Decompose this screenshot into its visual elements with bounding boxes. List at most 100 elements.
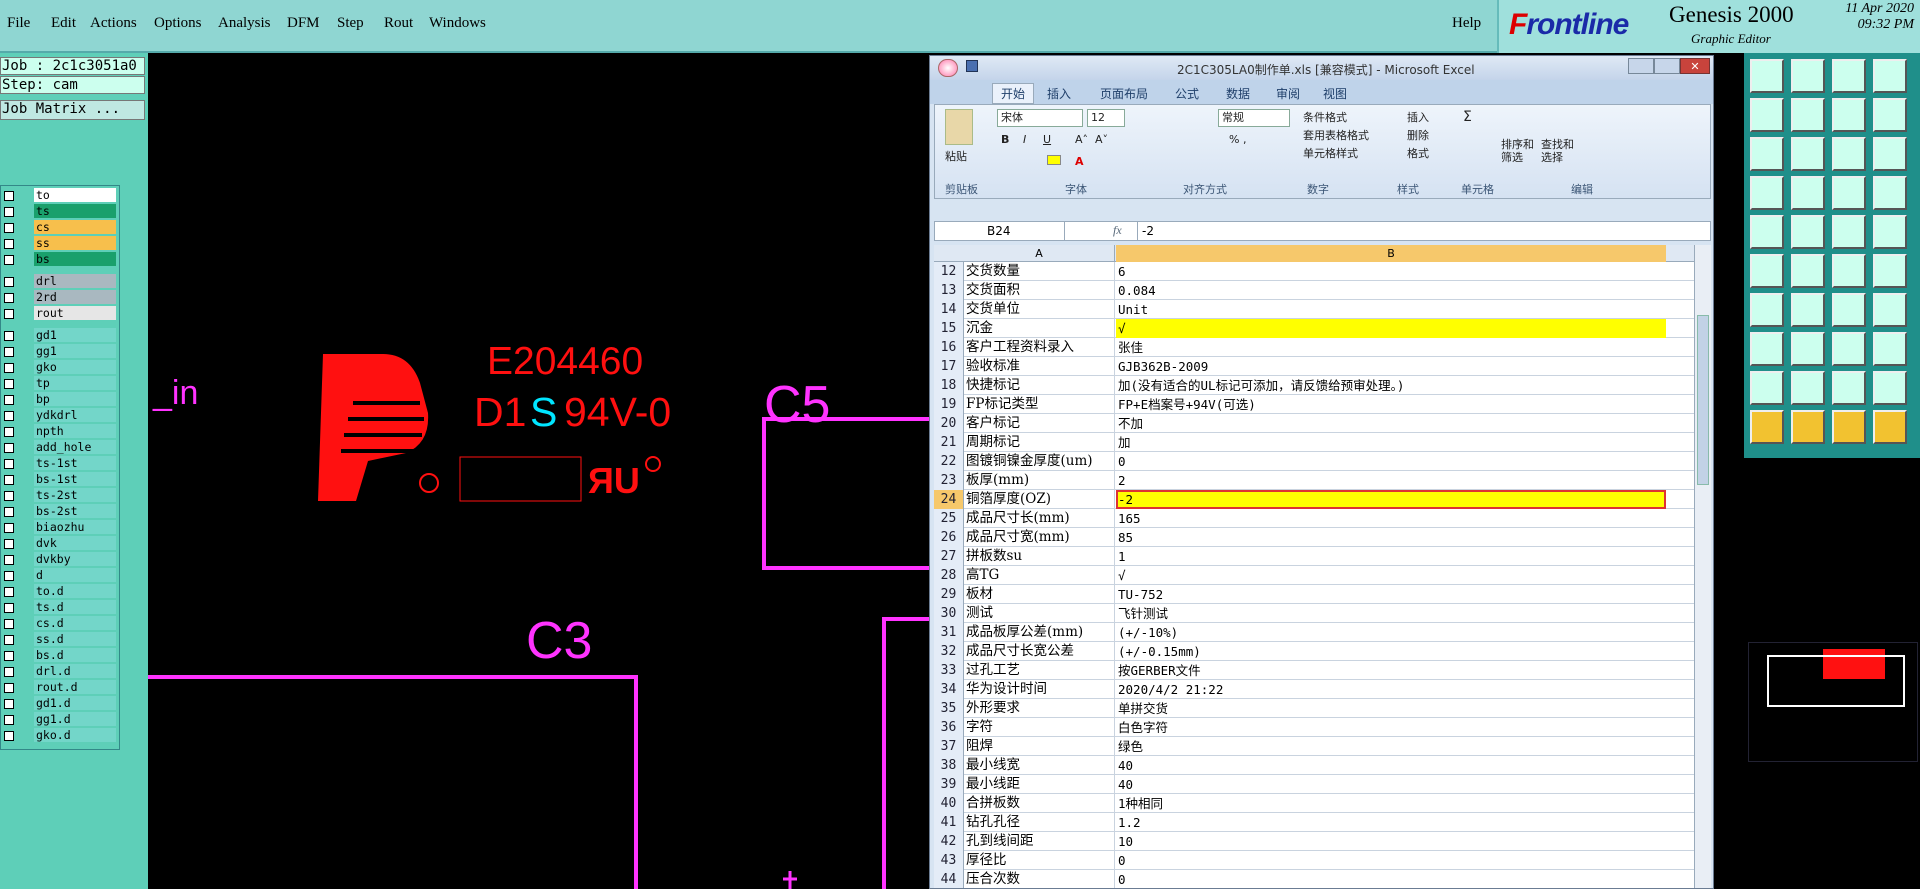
- cell-b[interactable]: 单拼交货: [1116, 699, 1666, 718]
- cell-a[interactable]: 交货数量: [964, 262, 1115, 281]
- sort-filter-button[interactable]: 排序和筛选: [1501, 138, 1535, 164]
- layer-row-biaozhu[interactable]: biaozhu: [1, 520, 121, 535]
- tool-button[interactable]: [1750, 59, 1784, 93]
- cell-a[interactable]: 板厚(mm): [964, 471, 1115, 490]
- layer-row-ts-2st[interactable]: ts-2st: [1, 488, 121, 503]
- grow-font-button[interactable]: A˄: [1075, 133, 1088, 146]
- row-number[interactable]: 28: [934, 566, 964, 585]
- row-number[interactable]: 21: [934, 433, 964, 452]
- ribbon-tab-6[interactable]: 视图: [1323, 85, 1347, 102]
- delete-cells-button[interactable]: 删除: [1407, 127, 1429, 143]
- layer-checkbox[interactable]: [4, 459, 14, 469]
- layer-row-bp[interactable]: bp: [1, 392, 121, 407]
- cell-b[interactable]: (+/-10%): [1116, 623, 1666, 642]
- layer-checkbox[interactable]: [4, 411, 14, 421]
- scroll-thumb[interactable]: [1697, 315, 1709, 485]
- conditional-format-button[interactable]: 条件格式: [1303, 109, 1347, 125]
- cell-a[interactable]: 高TG: [964, 566, 1115, 585]
- layer-row-gg1.d[interactable]: gg1.d: [1, 712, 121, 727]
- tool-button[interactable]: [1832, 410, 1866, 444]
- cell-a[interactable]: 压合次数: [964, 870, 1115, 888]
- close-button[interactable]: ✕: [1680, 58, 1710, 74]
- row-number[interactable]: 36: [934, 718, 964, 737]
- layer-row-dvkby[interactable]: dvkby: [1, 552, 121, 567]
- tool-button[interactable]: [1791, 59, 1825, 93]
- cell-b[interactable]: √: [1116, 319, 1666, 338]
- fx-icon[interactable]: fx: [1113, 223, 1122, 238]
- cell-b[interactable]: 0: [1116, 851, 1666, 870]
- layer-checkbox[interactable]: [4, 683, 14, 693]
- tool-button[interactable]: [1873, 254, 1907, 288]
- cell-b[interactable]: (+/-0.15mm): [1116, 642, 1666, 661]
- tool-button[interactable]: [1873, 137, 1907, 171]
- tool-button[interactable]: [1873, 176, 1907, 210]
- cell-b[interactable]: 0.084: [1116, 281, 1666, 300]
- layer-checkbox[interactable]: [4, 443, 14, 453]
- formula-input[interactable]: -2: [1137, 222, 1697, 240]
- layer-checkbox[interactable]: [4, 539, 14, 549]
- percent-button[interactable]: % ,: [1229, 133, 1246, 146]
- layer-checkbox[interactable]: [4, 475, 14, 485]
- font-color-button[interactable]: A: [1075, 155, 1084, 168]
- tool-button[interactable]: [1791, 98, 1825, 132]
- layer-row-to[interactable]: to: [1, 188, 121, 203]
- layer-checkbox[interactable]: [4, 191, 14, 201]
- cell-a[interactable]: 拼板数su: [964, 547, 1115, 566]
- layer-checkbox[interactable]: [4, 309, 14, 319]
- layer-row-ts-1st[interactable]: ts-1st: [1, 456, 121, 471]
- row-number[interactable]: 40: [934, 794, 964, 813]
- menu-options[interactable]: Options: [154, 15, 202, 32]
- column-b-header[interactable]: B: [1116, 245, 1666, 262]
- cell-b[interactable]: 85: [1116, 528, 1666, 547]
- underline-button[interactable]: U: [1043, 133, 1051, 146]
- row-number[interactable]: 43: [934, 851, 964, 870]
- tool-button[interactable]: [1873, 293, 1907, 327]
- cell-styles-button[interactable]: 单元格样式: [1303, 145, 1358, 161]
- row-number[interactable]: 23: [934, 471, 964, 490]
- ribbon-tab-3[interactable]: 公式: [1175, 85, 1199, 102]
- layer-name[interactable]: to: [34, 188, 116, 202]
- menu-analysis[interactable]: Analysis: [218, 15, 271, 32]
- job-matrix-button[interactable]: Job Matrix ...: [0, 100, 145, 120]
- layer-checkbox[interactable]: [4, 587, 14, 597]
- cell-b[interactable]: -2: [1116, 490, 1666, 509]
- layer-checkbox[interactable]: [4, 603, 14, 613]
- layer-name[interactable]: gko: [34, 360, 116, 374]
- layer-row-gko[interactable]: gko: [1, 360, 121, 375]
- cell-a[interactable]: 客户标记: [964, 414, 1115, 433]
- row-number[interactable]: 19: [934, 395, 964, 414]
- layer-name[interactable]: cs.d: [34, 616, 116, 630]
- tool-button[interactable]: [1750, 176, 1784, 210]
- row-number[interactable]: 29: [934, 585, 964, 604]
- layer-name[interactable]: d: [34, 568, 116, 582]
- paste-icon[interactable]: [945, 109, 973, 145]
- tool-button[interactable]: [1791, 176, 1825, 210]
- tool-button[interactable]: [1832, 215, 1866, 249]
- layer-row-bs[interactable]: bs: [1, 252, 121, 267]
- restore-button[interactable]: [1654, 58, 1680, 74]
- layer-name[interactable]: npth: [34, 424, 116, 438]
- cell-b[interactable]: 165: [1116, 509, 1666, 528]
- tool-button[interactable]: [1791, 254, 1825, 288]
- cell-a[interactable]: 周期标记: [964, 433, 1115, 452]
- ribbon-tab-4[interactable]: 数据: [1226, 85, 1250, 102]
- cell-a[interactable]: 快捷标记: [964, 376, 1115, 395]
- row-number[interactable]: 24: [934, 490, 964, 509]
- cell-b[interactable]: 飞针测试: [1116, 604, 1666, 623]
- tool-button[interactable]: [1750, 293, 1784, 327]
- cell-a[interactable]: 厚径比: [964, 851, 1115, 870]
- layer-name[interactable]: ts.d: [34, 600, 116, 614]
- cell-a[interactable]: 成品尺寸长宽公差: [964, 642, 1115, 661]
- layer-checkbox[interactable]: [4, 293, 14, 303]
- layer-checkbox[interactable]: [4, 667, 14, 677]
- row-number[interactable]: 16: [934, 338, 964, 357]
- cell-b[interactable]: 1种相同: [1116, 794, 1666, 813]
- row-number[interactable]: 32: [934, 642, 964, 661]
- layer-name[interactable]: gg1.d: [34, 712, 116, 726]
- layer-row-ss.d[interactable]: ss.d: [1, 632, 121, 647]
- cell-b[interactable]: 1.2: [1116, 813, 1666, 832]
- cell-b[interactable]: GJB362B-2009: [1116, 357, 1666, 376]
- tool-button[interactable]: [1832, 59, 1866, 93]
- cell-b[interactable]: 绿色: [1116, 737, 1666, 756]
- layer-name[interactable]: gd1.d: [34, 696, 116, 710]
